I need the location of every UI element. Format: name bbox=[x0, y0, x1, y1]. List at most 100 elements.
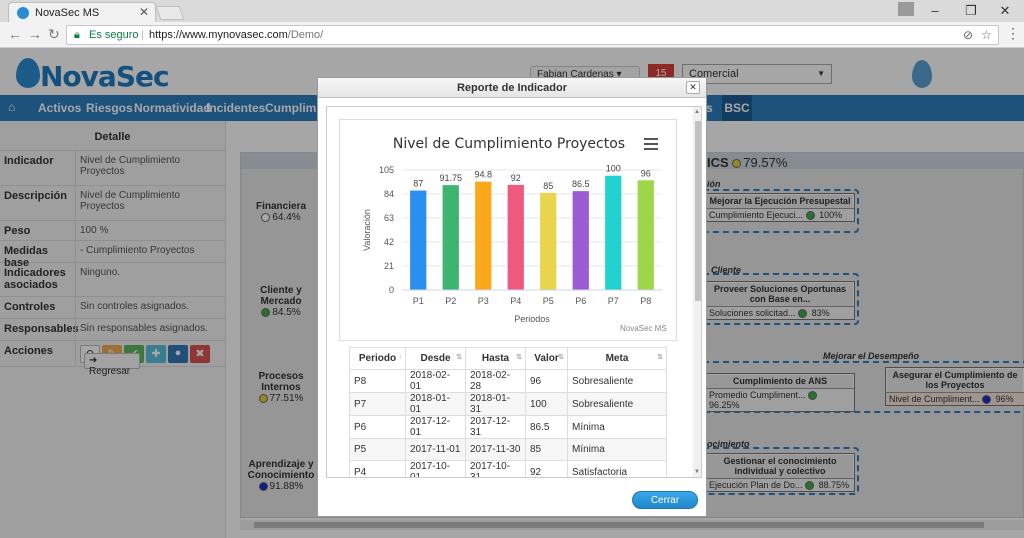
table-cell: P6 bbox=[349, 415, 406, 439]
data-label: 92 bbox=[511, 173, 521, 183]
table-cell: Satisfactoria bbox=[567, 460, 667, 477]
profile-icon[interactable] bbox=[898, 2, 914, 16]
x-tick-label: P1 bbox=[413, 296, 424, 306]
lock-icon: 🔒︎ bbox=[74, 29, 80, 41]
y-tick-label: 0 bbox=[389, 285, 394, 295]
scrollbar-thumb[interactable] bbox=[695, 121, 701, 301]
browser-tab[interactable]: NovaSec MS ✕ bbox=[8, 2, 156, 22]
table-header-row: Periodo ↓ Desde ⇅ Hasta ⇅ Valor ⇅ Meta ⇅ bbox=[349, 347, 667, 370]
table-cell: 2018-01-31 bbox=[465, 392, 526, 416]
table-cell: 2017-10-01 bbox=[405, 460, 466, 477]
bar bbox=[637, 180, 654, 290]
table-cell: 2018-02-28 bbox=[465, 369, 526, 393]
window-close-icon[interactable]: ✕ bbox=[990, 3, 1020, 19]
data-label: 87 bbox=[413, 179, 423, 189]
column-header-label: Meta bbox=[605, 353, 629, 364]
y-tick-label: 42 bbox=[384, 237, 394, 247]
modal-body: Nivel de Cumplimiento Proyectos 0 21 42 63 8… bbox=[326, 106, 702, 478]
x-tick-label: P3 bbox=[478, 296, 489, 306]
url-host: https://www.mynovasec.com bbox=[149, 29, 288, 41]
chart-credits: NovaSec MS bbox=[620, 324, 667, 333]
scroll-up-icon[interactable]: ▲ bbox=[694, 109, 700, 115]
table-row[interactable]: P4 2017-10-01 2017-10-31 92 Satisfactoria bbox=[349, 460, 667, 477]
x-tick-label: P5 bbox=[543, 296, 554, 306]
table-cell: 2017-12-01 bbox=[405, 415, 466, 439]
bar-chart: 0 21 42 63 84 105 Valoración 87 P1 91.75 P2 94.8 P3 9… bbox=[362, 164, 662, 324]
x-tick-label: P7 bbox=[608, 296, 619, 306]
new-tab-button[interactable] bbox=[155, 6, 185, 20]
back-arrow-icon[interactable]: ← bbox=[8, 26, 22, 42]
address-bar-row: ← → ↻ 🔒︎ Es seguro | https://www.mynovas… bbox=[0, 22, 1024, 48]
sort-icon: ↓ bbox=[398, 353, 403, 360]
browser-tab-bar: NovaSec MS ✕ – ❐ ✕ bbox=[0, 0, 1024, 22]
table-cell: 2018-01-01 bbox=[405, 392, 466, 416]
table-cell: P7 bbox=[349, 392, 406, 416]
forward-arrow-icon[interactable]: → bbox=[28, 26, 42, 42]
bar bbox=[605, 175, 622, 290]
bar bbox=[410, 190, 427, 290]
bar bbox=[442, 185, 459, 290]
modal-close-icon[interactable]: ✕ bbox=[686, 81, 700, 94]
table-cell: 2017-10-31 bbox=[465, 460, 526, 477]
url-field[interactable]: 🔒︎ Es seguro | https://www.mynovasec.com… bbox=[66, 25, 999, 45]
table-row[interactable]: P5 2017-11-01 2017-11-30 85 Mínima bbox=[349, 438, 667, 461]
table-cell: Mínima bbox=[567, 438, 667, 461]
tab-close-icon[interactable]: ✕ bbox=[139, 5, 149, 19]
table-cell: 2017-11-01 bbox=[405, 438, 466, 461]
table-row[interactable]: P8 2018-02-01 2018-02-28 96 Sobresaliente bbox=[349, 369, 667, 393]
bar bbox=[475, 181, 492, 290]
column-header-meta[interactable]: Meta ⇅ bbox=[567, 347, 667, 370]
column-header-periodo[interactable]: Periodo ↓ bbox=[349, 347, 406, 370]
minimize-icon[interactable]: – bbox=[920, 3, 950, 18]
tab-title: NovaSec MS bbox=[35, 7, 100, 19]
table-row[interactable]: P6 2017-12-01 2017-12-31 86.5 Mínima bbox=[349, 415, 667, 439]
url-path: /Demo/ bbox=[287, 29, 324, 41]
restore-icon[interactable]: ❐ bbox=[956, 3, 986, 19]
chart-container: Nivel de Cumplimiento Proyectos 0 21 42 63 8… bbox=[339, 119, 677, 341]
x-axis-label: Periodos bbox=[514, 314, 550, 324]
data-label: 100 bbox=[606, 164, 621, 174]
table-cell: 2017-12-31 bbox=[465, 415, 526, 439]
column-header-label: Hasta bbox=[481, 353, 510, 364]
table-cell: P8 bbox=[349, 369, 406, 393]
bar bbox=[540, 192, 557, 290]
secure-label: Es seguro bbox=[89, 29, 139, 41]
table-cell: Sobresaliente bbox=[567, 369, 667, 393]
x-tick-label: P6 bbox=[575, 296, 586, 306]
x-tick-label: P2 bbox=[445, 296, 456, 306]
x-tick-label: P8 bbox=[640, 296, 651, 306]
data-label: 86.5 bbox=[572, 179, 590, 189]
scroll-down-icon[interactable]: ▼ bbox=[694, 469, 700, 475]
modal-title: Reporte de Indicador bbox=[318, 78, 706, 98]
url-separator: | bbox=[141, 29, 144, 41]
table-row[interactable]: P7 2018-01-01 2018-01-31 100 Sobresaliente bbox=[349, 392, 667, 416]
sort-icon: ⇅ bbox=[516, 354, 522, 361]
bookmark-star-icon[interactable]: ☆ bbox=[981, 28, 992, 42]
table-cell: Sobresaliente bbox=[567, 392, 667, 416]
column-header-hasta[interactable]: Hasta ⇅ bbox=[465, 347, 526, 370]
table-cell: P4 bbox=[349, 460, 406, 477]
data-label: 91.75 bbox=[439, 173, 462, 183]
column-header-valor[interactable]: Valor ⇅ bbox=[525, 347, 568, 370]
column-header-label: Periodo bbox=[358, 353, 397, 364]
table-cell: 86.5 bbox=[525, 415, 568, 439]
table-cell: 85 bbox=[525, 438, 568, 461]
browser-menu-icon[interactable]: ⋮ bbox=[1006, 25, 1020, 42]
data-label: 85 bbox=[543, 181, 553, 191]
reload-icon[interactable]: ↻ bbox=[48, 26, 60, 43]
table-cell: 2017-11-30 bbox=[465, 438, 526, 461]
modal-vertical-scrollbar[interactable]: ▲ ▼ bbox=[693, 107, 701, 477]
close-button[interactable]: Cerrar bbox=[632, 491, 698, 509]
column-header-desde[interactable]: Desde ⇅ bbox=[405, 347, 466, 370]
table-cell: Mínima bbox=[567, 415, 667, 439]
indicator-report-modal: Reporte de Indicador ✕ Nivel de Cumplimi… bbox=[317, 77, 707, 517]
bar bbox=[507, 184, 524, 290]
url-text: https://www.mynovasec.com/Demo/ bbox=[149, 29, 323, 41]
bar bbox=[572, 191, 589, 290]
y-tick-label: 105 bbox=[379, 165, 394, 175]
y-tick-label: 84 bbox=[384, 189, 394, 199]
y-axis-label: Valoración bbox=[362, 209, 372, 251]
translate-icon[interactable]: ⊘ bbox=[963, 28, 973, 42]
indicator-table: Periodo ↓ Desde ⇅ Hasta ⇅ Valor ⇅ Meta ⇅ P8 20… bbox=[349, 347, 667, 477]
table-cell: 100 bbox=[525, 392, 568, 416]
